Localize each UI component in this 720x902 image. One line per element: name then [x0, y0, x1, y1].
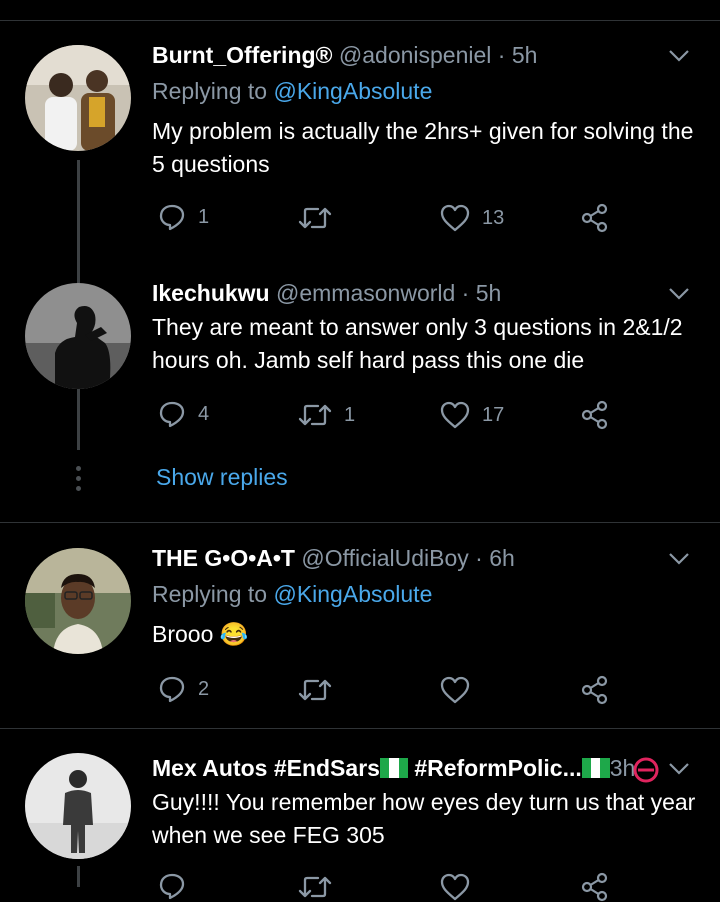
reply-button[interactable]: 1	[158, 203, 209, 231]
show-replies-link[interactable]: Show replies	[156, 464, 288, 491]
avatar[interactable]	[25, 45, 131, 151]
retweet-button[interactable]	[298, 874, 332, 900]
retweet-icon	[298, 876, 332, 898]
share-button[interactable]	[580, 400, 610, 430]
like-button[interactable]	[440, 873, 470, 901]
reply-button[interactable]: 2	[158, 675, 209, 703]
like-count: 17	[482, 403, 505, 426]
share-icon	[581, 675, 608, 705]
like-icon	[440, 401, 470, 429]
like-count: 13	[482, 206, 505, 229]
chevron-down-icon[interactable]	[668, 552, 690, 566]
reply-count: 2	[198, 677, 210, 700]
share-icon	[581, 203, 608, 233]
reply-icon	[159, 676, 185, 703]
share-icon	[581, 872, 608, 902]
retweet-icon	[298, 679, 332, 701]
chevron-down-icon[interactable]	[668, 49, 690, 63]
like-icon	[440, 676, 470, 704]
retweet-button[interactable]	[298, 677, 332, 703]
reply-count: 1	[198, 205, 210, 228]
tweet-text: Brooo 😂	[152, 621, 249, 647]
avatar[interactable]	[25, 283, 131, 389]
chevron-down-icon[interactable]	[668, 762, 690, 776]
nigeria-flag-icon	[379, 758, 408, 778]
display-name[interactable]: Ikechukwu	[152, 280, 270, 306]
no-entry-icon	[633, 757, 659, 783]
handle-time[interactable]: 3h	[610, 755, 636, 781]
reply-button[interactable]: 4	[158, 400, 209, 428]
reply-icon	[159, 401, 185, 428]
handle-time[interactable]: @emmasonworld · 5h	[276, 280, 501, 306]
display-name[interactable]: Mex Autos #EndSars #ReformPolic...	[152, 755, 610, 781]
like-button[interactable]: 13	[440, 204, 504, 232]
tweet-text: My problem is actually the 2hrs+ given f…	[152, 118, 694, 177]
replying-to: Replying to @KingAbsolute	[152, 78, 433, 104]
avatar[interactable]	[25, 753, 131, 859]
share-icon	[581, 400, 608, 430]
top-divider	[0, 20, 720, 21]
share-button[interactable]	[580, 675, 610, 705]
retweet-count: 1	[344, 403, 356, 426]
tweet-header: Mex Autos #EndSars #ReformPolic... 3h	[152, 755, 635, 782]
retweet-button[interactable]	[298, 205, 344, 231]
like-icon	[440, 873, 470, 901]
mention-link[interactable]: @KingAbsolute	[273, 581, 432, 607]
mention-link[interactable]: @KingAbsolute	[273, 78, 432, 104]
tweet-divider	[0, 728, 720, 729]
chevron-down-icon[interactable]	[668, 287, 690, 301]
tweet-text: They are meant to answer only 3 question…	[152, 314, 683, 373]
thread-divider	[0, 522, 720, 523]
display-name[interactable]: Burnt_Offering®	[152, 42, 333, 68]
reply-button[interactable]	[158, 872, 186, 900]
reply-icon	[159, 204, 185, 231]
tweet-text: Guy!!!! You remember how eyes dey turn u…	[152, 789, 696, 848]
thread-line	[77, 866, 80, 887]
handle-time[interactable]: @adonispeniel · 5h	[339, 42, 538, 68]
like-button[interactable]	[440, 676, 470, 704]
tweet-header: THE G•O•A•T @OfficialUdiBoy · 6h	[152, 545, 515, 572]
like-button[interactable]: 17	[440, 401, 504, 429]
retweet-icon	[298, 404, 332, 426]
share-button[interactable]	[580, 203, 610, 233]
like-icon	[440, 204, 470, 232]
tweet-header: Ikechukwu @emmasonworld · 5h	[152, 280, 501, 307]
retweet-icon	[298, 207, 332, 229]
handle-time[interactable]: @OfficialUdiBoy · 6h	[301, 545, 514, 571]
retweet-button[interactable]: 1	[298, 402, 355, 428]
tweet-header: Burnt_Offering® @adonispeniel · 5h	[152, 42, 537, 69]
share-button[interactable]	[580, 872, 610, 902]
replying-to: Replying to @KingAbsolute	[152, 581, 433, 607]
avatar[interactable]	[25, 548, 131, 654]
reply-count: 4	[198, 402, 210, 425]
nigeria-flag-icon	[581, 758, 610, 778]
more-replies-dots-icon	[74, 466, 82, 496]
display-name[interactable]: THE G•O•A•T	[152, 545, 295, 571]
reply-icon	[159, 873, 185, 900]
